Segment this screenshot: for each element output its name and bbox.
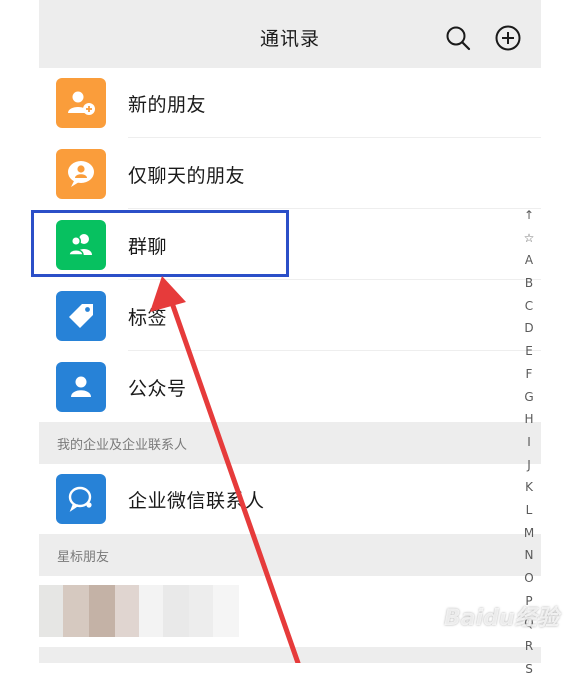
annotation-arrow [150, 276, 301, 663]
watermark: Baidu经验 [444, 606, 559, 631]
